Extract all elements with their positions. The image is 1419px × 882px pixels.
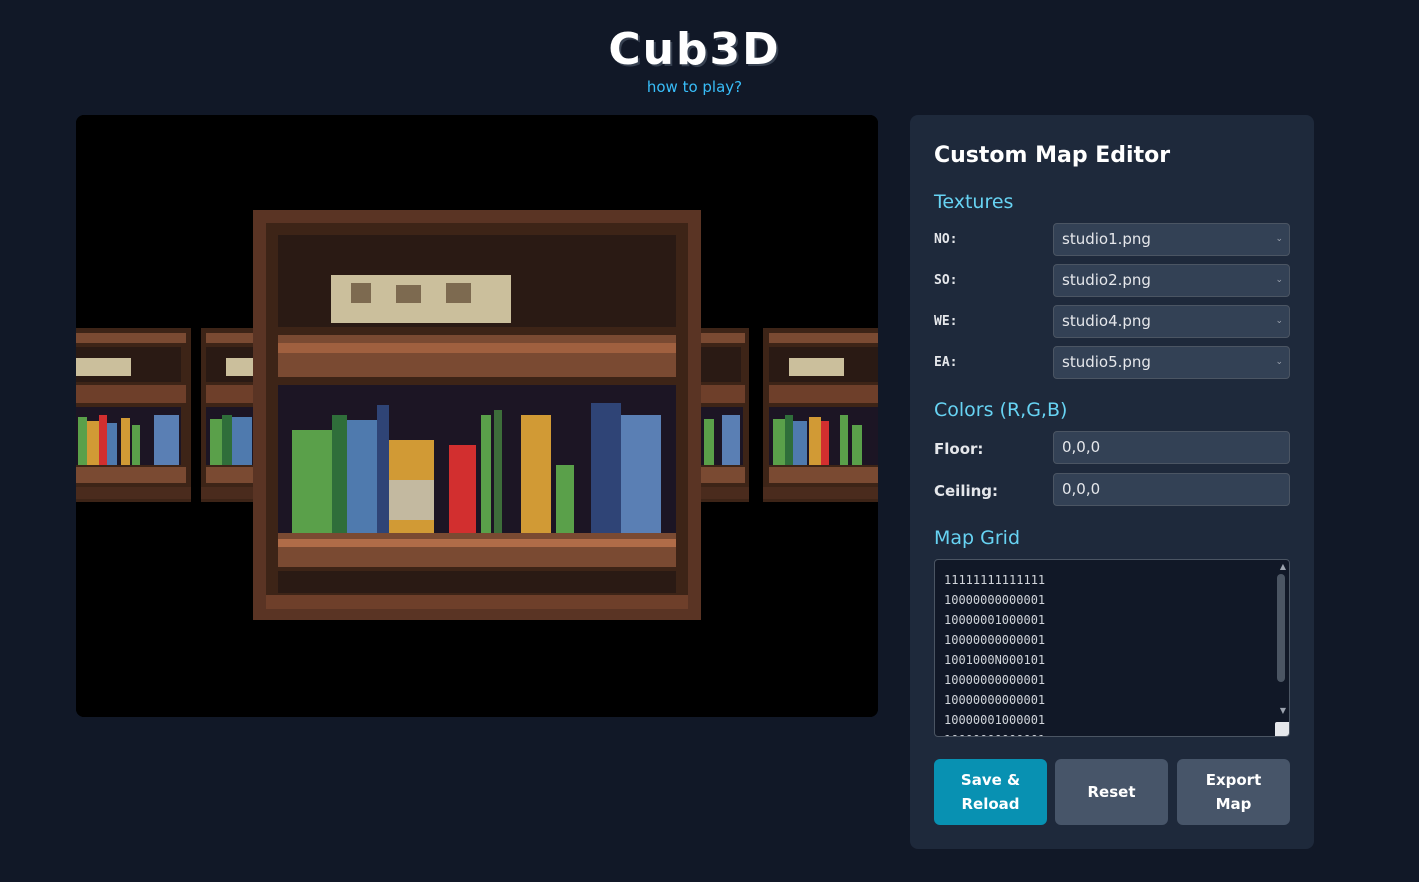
map-grid-line: 10000001000001	[944, 613, 1046, 627]
how-to-play-link[interactable]: how to play?	[0, 78, 1389, 96]
texture-select-no[interactable]: studio1.png ⌄	[1053, 223, 1290, 256]
chevron-down-icon: ⌄	[1275, 275, 1283, 285]
map-grid-heading: Map Grid	[934, 527, 1021, 549]
map-grid-line: 1001000N000101	[944, 653, 1046, 667]
map-grid-line: 10000000000001	[944, 633, 1046, 647]
chevron-down-icon: ⌄	[1275, 234, 1283, 244]
save-button-line2: Reload	[961, 795, 1020, 813]
scroll-up-arrow-icon[interactable]: ▲	[1280, 562, 1286, 571]
texture-select-value: studio2.png	[1062, 271, 1151, 289]
editor-title: Custom Map Editor	[934, 143, 1171, 168]
texture-label-ea: EA:	[934, 355, 958, 370]
app-title: Cub3D	[608, 24, 781, 75]
texture-label-no: NO:	[934, 232, 958, 247]
map-grid-line: 10000000000001	[944, 730, 1045, 736]
ceiling-label: Ceiling:	[934, 482, 999, 500]
map-grid-textarea[interactable]: 11111111111111 10000000000001 1000000100…	[934, 559, 1290, 737]
chevron-down-icon: ⌄	[1275, 316, 1283, 326]
map-editor-panel: Custom Map Editor Textures NO: studio1.p…	[910, 115, 1314, 849]
texture-select-value: studio5.png	[1062, 353, 1151, 371]
bookshelf-right	[701, 328, 749, 502]
texture-label-so: SO:	[934, 273, 958, 288]
floor-color-input[interactable]: 0,0,0	[1053, 431, 1290, 464]
texture-label-we: WE:	[934, 314, 958, 329]
reset-button[interactable]: Reset	[1055, 759, 1168, 825]
save-button-line1: Save &	[960, 771, 1021, 789]
bookshelf-far-right	[763, 328, 878, 502]
texture-select-value: studio4.png	[1062, 312, 1151, 330]
map-grid-lines: 11111111111111 10000000000001 1000000100…	[944, 570, 1046, 736]
textures-heading: Textures	[934, 191, 1014, 213]
map-grid-line: 10000001000001	[944, 713, 1046, 727]
game-viewport[interactable]	[76, 115, 878, 717]
bookshelf-center	[253, 210, 701, 620]
reset-button-label: Reset	[1087, 783, 1136, 801]
map-grid-line: 11111111111111	[944, 573, 1046, 587]
bookshelf-far-left	[76, 328, 191, 502]
map-grid-line: 10000000000001	[944, 593, 1046, 607]
rendered-scene	[76, 115, 878, 717]
texture-select-value: studio1.png	[1062, 230, 1151, 248]
save-reload-button[interactable]: Save & Reload	[934, 759, 1047, 825]
map-grid-line: 10000000000001	[944, 673, 1046, 687]
bookshelf-left	[201, 328, 261, 502]
export-map-button[interactable]: Export Map	[1177, 759, 1290, 825]
colors-heading: Colors (R,G,B)	[934, 399, 1068, 421]
export-button-line1: Export	[1205, 771, 1262, 789]
scrollbar-thumb[interactable]	[1277, 574, 1285, 682]
texture-select-we[interactable]: studio4.png ⌄	[1053, 305, 1290, 338]
map-grid-line: 10000000000001	[944, 693, 1046, 707]
texture-select-so[interactable]: studio2.png ⌄	[1053, 264, 1290, 297]
resize-handle-icon[interactable]	[1275, 722, 1289, 736]
ceiling-color-input[interactable]: 0,0,0	[1053, 473, 1290, 506]
texture-select-ea[interactable]: studio5.png ⌄	[1053, 346, 1290, 379]
floor-label: Floor:	[934, 440, 984, 458]
chevron-down-icon: ⌄	[1275, 357, 1283, 367]
export-button-line2: Map	[1215, 795, 1252, 813]
scroll-down-arrow-icon[interactable]: ▼	[1280, 706, 1286, 715]
